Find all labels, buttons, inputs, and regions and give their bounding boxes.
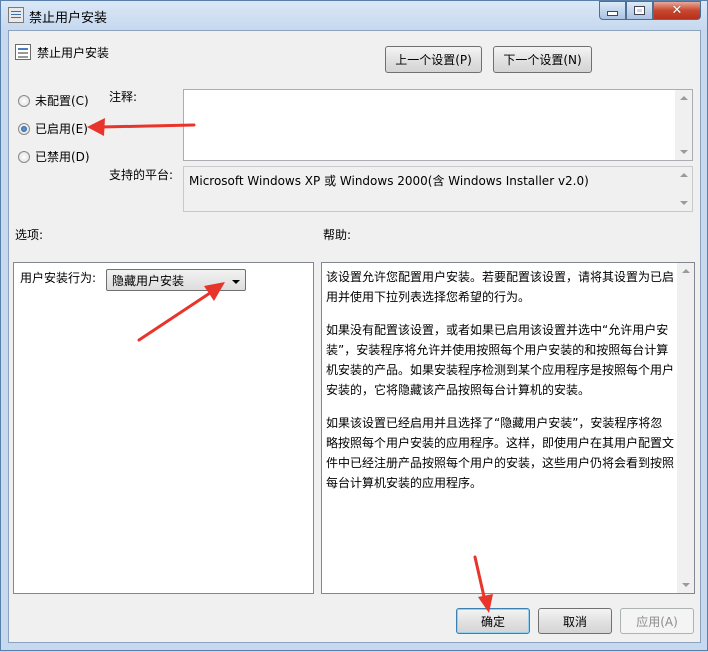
close-button[interactable]: ✕ — [653, 1, 701, 20]
chevron-down-icon — [232, 280, 240, 284]
close-icon: ✕ — [671, 3, 683, 18]
dialog-client-area: 禁止用户安装 上一个设置(P) 下一个设置(N) 未配置(C) 已启用(E) 已… — [8, 30, 701, 643]
radio-label: 已启用(E) — [35, 122, 88, 136]
policy-app-icon — [8, 7, 24, 23]
maximize-icon — [634, 6, 645, 15]
scroll-up-icon — [682, 269, 690, 273]
help-paragraph: 该设置允许您配置用户安装。若要配置该设置，请将其设置为已启用并使用下拉列表选择您… — [326, 270, 675, 304]
comment-scrollbar[interactable] — [675, 90, 692, 160]
radio-circle-checked — [18, 122, 30, 135]
scroll-up-icon — [680, 173, 688, 177]
help-scrollbar[interactable] — [677, 263, 694, 593]
options-panel: 用户安装行为: 隐藏用户安装 — [13, 262, 314, 594]
help-panel: 该设置允许您配置用户安装。若要配置该设置，请将其设置为已启用并使用下拉列表选择您… — [321, 262, 695, 594]
radio-label: 已禁用(D) — [35, 150, 90, 164]
user-install-behavior-label: 用户安装行为: — [20, 271, 97, 285]
help-paragraph: 如果没有配置该设置，或者如果已启用该设置并选中“允许用户安装”，安装程序将允许并… — [326, 323, 675, 397]
help-paragraph: 如果该设置已经启用并且选择了“隐藏用户安装”，安装程序将忽略按照每个用户安装的应… — [326, 416, 675, 490]
apply-button[interactable]: 应用(A) — [620, 608, 694, 634]
next-setting-button[interactable]: 下一个设置(N) — [493, 46, 592, 73]
dropdown-selected-value: 隐藏用户安装 — [112, 273, 185, 288]
help-text: 该设置允许您配置用户安装。若要配置该设置，请将其设置为已启用并使用下拉列表选择您… — [326, 267, 674, 506]
radio-disabled[interactable]: 已禁用(D) — [18, 148, 90, 165]
radio-not-configured[interactable]: 未配置(C) — [18, 92, 89, 109]
comment-label: 注释: — [109, 90, 138, 104]
radio-label: 未配置(C) — [35, 94, 89, 108]
radio-enabled[interactable]: 已启用(E) — [18, 120, 88, 137]
previous-setting-button[interactable]: 上一个设置(P) — [385, 46, 482, 73]
user-install-behavior-dropdown[interactable]: 隐藏用户安装 — [106, 269, 246, 291]
help-section-label: 帮助: — [323, 228, 352, 242]
scroll-down-icon — [682, 583, 690, 587]
radio-circle — [18, 150, 30, 163]
ok-button[interactable]: 确定 — [456, 608, 530, 634]
options-section-label: 选项: — [15, 228, 44, 242]
minimize-button[interactable] — [599, 1, 626, 20]
window-title: 禁止用户安装 — [29, 11, 108, 26]
scroll-down-icon — [680, 201, 688, 205]
supported-platform-field: Microsoft Windows XP 或 Windows 2000(含 Wi… — [183, 166, 693, 212]
maximize-button[interactable] — [626, 1, 653, 20]
cancel-button[interactable]: 取消 — [538, 608, 612, 634]
policy-name: 禁止用户安装 — [37, 46, 110, 60]
comment-textarea[interactable] — [183, 89, 693, 161]
radio-circle — [18, 94, 30, 107]
policy-dialog-window: 禁止用户安装 ✕ 禁止用户安装 上一个设置(P) 下一个设置(N) 未配置(C)… — [0, 0, 708, 651]
minimize-icon — [607, 11, 618, 16]
supported-platform-value: Microsoft Windows XP 或 Windows 2000(含 Wi… — [189, 174, 589, 188]
supported-platform-label: 支持的平台: — [109, 168, 174, 182]
title-bar[interactable]: 禁止用户安装 ✕ — [1, 1, 707, 29]
platform-scrollbar[interactable] — [675, 167, 692, 211]
policy-setting-icon — [15, 44, 31, 60]
scroll-up-icon — [680, 96, 688, 100]
scroll-down-icon — [680, 150, 688, 154]
